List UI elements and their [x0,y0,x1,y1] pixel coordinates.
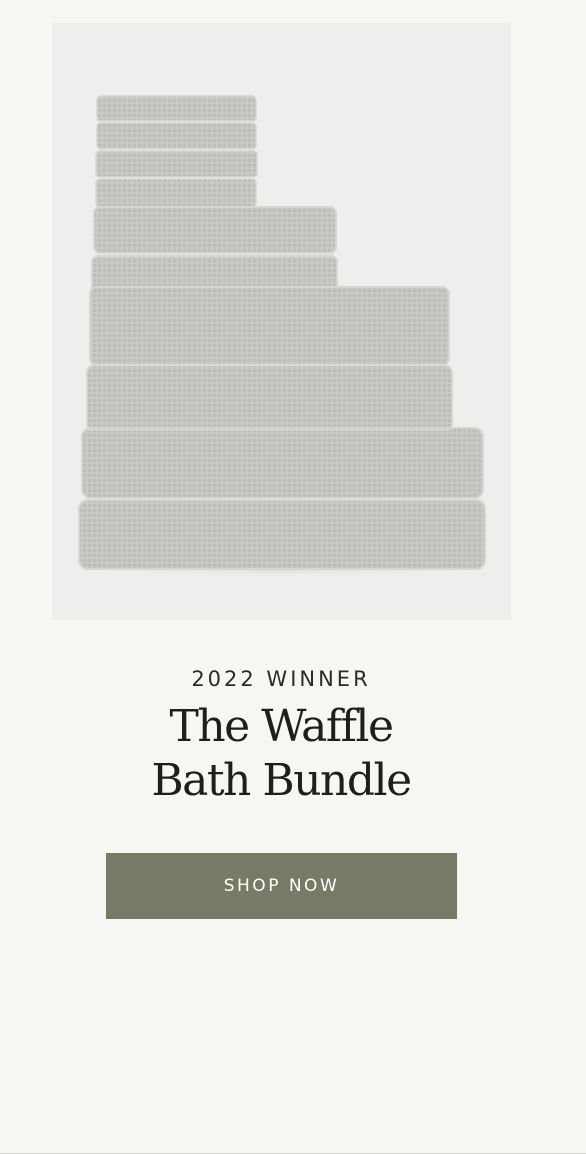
product-image[interactable] [52,23,511,620]
shop-now-button[interactable]: SHOP NOW [106,853,457,919]
product-title-line-2: Bath Bundle [151,755,412,806]
award-eyebrow: 2022 WINNER [191,667,371,691]
product-title: The Waffle Bath Bundle [0,700,562,808]
towel-stack-illustration [57,95,507,578]
product-title-line-1: The Waffle [169,701,394,752]
